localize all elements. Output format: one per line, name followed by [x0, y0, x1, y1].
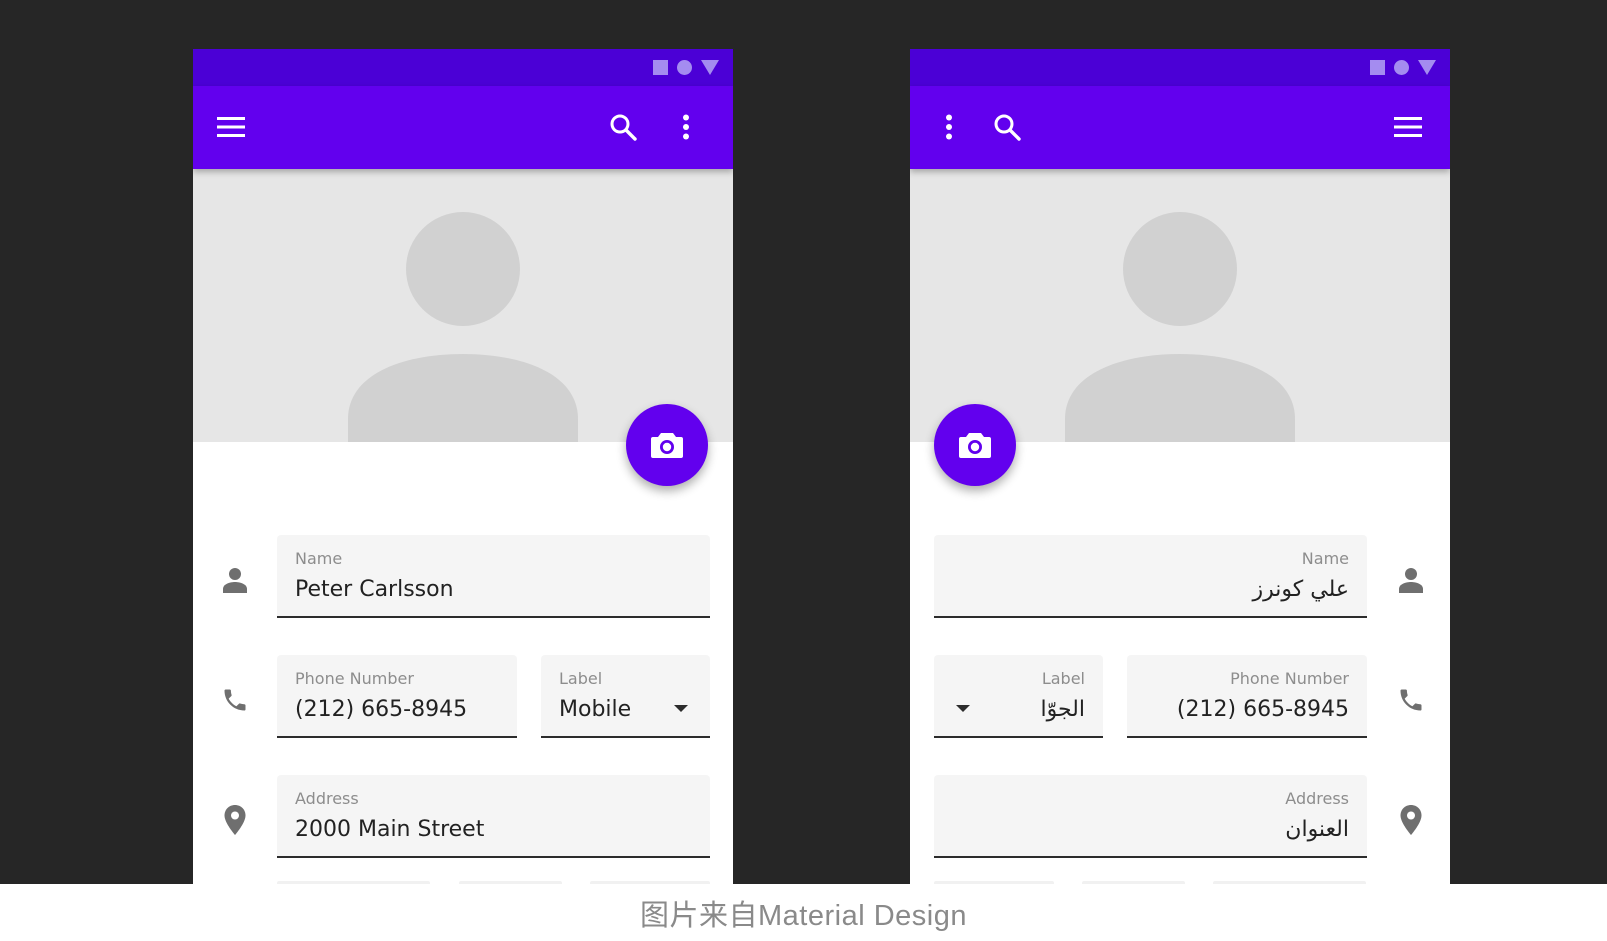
status-circle-icon: [677, 60, 692, 75]
phone-icon: [218, 683, 252, 717]
avatar-silhouette-icon: [348, 212, 578, 442]
phone-label-select[interactable]: Label Mobile: [541, 655, 710, 738]
camera-fab[interactable]: [626, 404, 708, 486]
address-field[interactable]: Address 2000 Main Street: [277, 775, 710, 858]
phone-number-value: (212) 665-8945: [295, 697, 468, 722]
status-bar: [910, 49, 1450, 86]
phone-number-label: Phone Number: [1230, 669, 1349, 688]
address-field-label: Address: [1285, 789, 1349, 808]
phone-icon: [1394, 683, 1428, 717]
profile-photo-placeholder: [193, 169, 733, 442]
address-field-value: العنوان: [1285, 817, 1349, 842]
dropdown-arrow-icon[interactable]: [956, 705, 970, 712]
name-field[interactable]: Name Peter Carlsson: [277, 535, 710, 618]
phone-label-select-value: الجوّا: [1040, 697, 1086, 722]
top-app-bar: [193, 86, 733, 169]
camera-icon: [651, 433, 683, 458]
more-vert-icon[interactable]: [669, 110, 703, 144]
address-field[interactable]: Address العنوان: [934, 775, 1367, 858]
image-caption: 图片来自Material Design: [0, 884, 1607, 941]
location-pin-icon: [1394, 803, 1428, 837]
phone-number-field[interactable]: Phone Number (212) 665-8945: [277, 655, 517, 738]
more-vert-icon[interactable]: [932, 110, 966, 144]
phone-label-select-label: Label: [1041, 669, 1085, 688]
phone-number-label: Phone Number: [295, 669, 414, 688]
showcase-stage: Name Peter Carlsson Phone Number (212) 6…: [0, 0, 1607, 884]
status-square-icon: [653, 60, 668, 75]
phone-label-select-label: Label: [559, 669, 603, 688]
status-circle-icon: [1394, 60, 1409, 75]
address-field-value: 2000 Main Street: [295, 817, 485, 842]
location-pin-icon: [218, 803, 252, 837]
phone-number-value: (212) 665-8945: [1176, 697, 1349, 722]
phone-label-select-value: Mobile: [559, 697, 632, 722]
profile-photo-placeholder: [910, 169, 1450, 442]
avatar-silhouette-icon: [1065, 212, 1295, 442]
search-icon[interactable]: [990, 110, 1024, 144]
status-bar: [193, 49, 733, 86]
name-field-label: Name: [295, 549, 343, 568]
menu-icon[interactable]: [1391, 110, 1425, 144]
status-square-icon: [1370, 60, 1385, 75]
phone-rtl: Name علي كونرز Label الجوّا Phone Number…: [910, 49, 1450, 884]
phone-label-select[interactable]: Label الجوّا: [934, 655, 1103, 738]
dropdown-arrow-icon[interactable]: [674, 705, 688, 712]
camera-fab[interactable]: [934, 404, 1016, 486]
top-app-bar: [910, 86, 1450, 169]
status-triangle-icon: [701, 60, 719, 75]
name-field-value: علي كونرز: [1252, 577, 1349, 602]
camera-icon: [959, 433, 991, 458]
address-field-label: Address: [295, 789, 359, 808]
menu-icon[interactable]: [214, 110, 248, 144]
phone-number-field[interactable]: Phone Number (212) 665-8945: [1127, 655, 1367, 738]
status-triangle-icon: [1418, 60, 1436, 75]
search-icon[interactable]: [606, 110, 640, 144]
person-icon: [1394, 563, 1428, 597]
name-field-label: Name: [1301, 549, 1349, 568]
person-icon: [218, 563, 252, 597]
name-field-value: Peter Carlsson: [295, 577, 454, 602]
name-field[interactable]: Name علي كونرز: [934, 535, 1367, 618]
phone-ltr: Name Peter Carlsson Phone Number (212) 6…: [193, 49, 733, 884]
